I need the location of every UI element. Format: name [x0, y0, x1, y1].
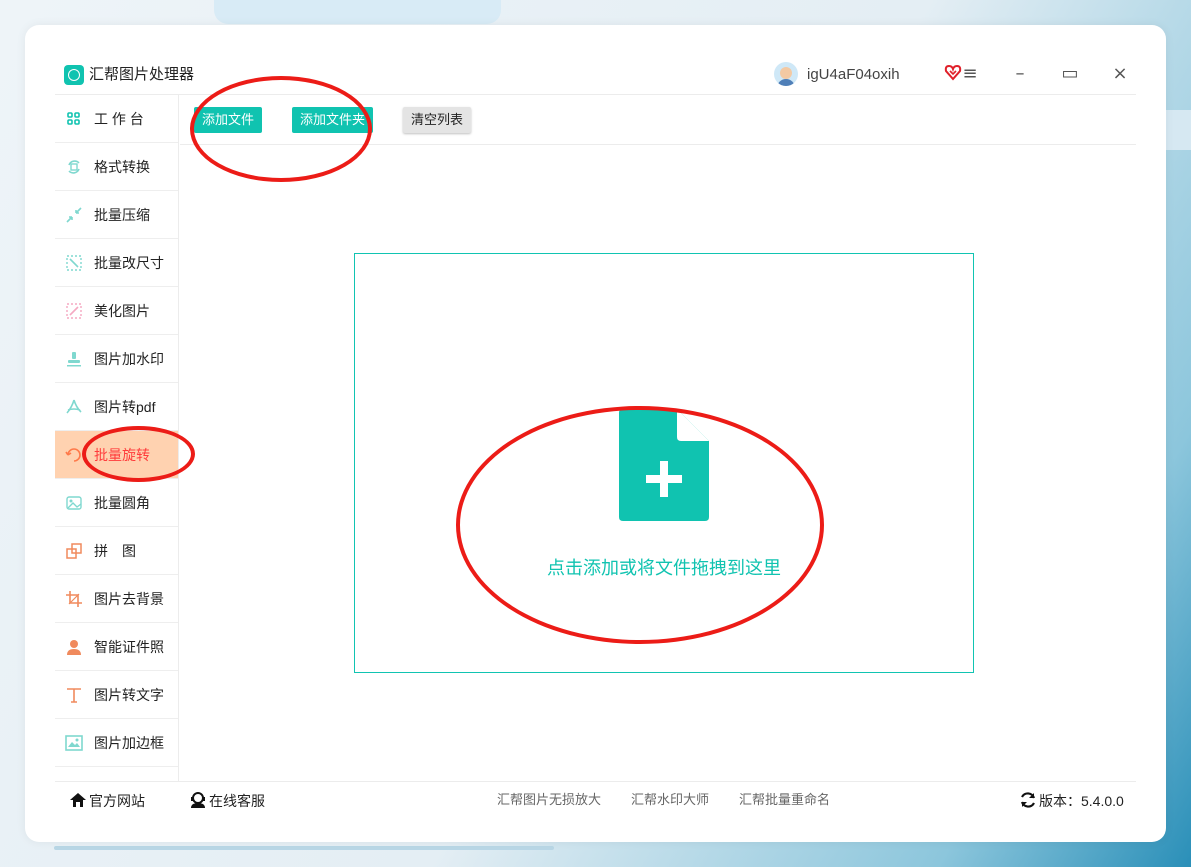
close-button[interactable]: × — [1109, 63, 1131, 85]
sidebar-item-label: 图片转pdf — [94, 399, 156, 415]
sidebar-item-label: 批量旋转 — [94, 447, 150, 463]
menu-icon[interactable]: ≡ — [959, 63, 981, 85]
sidebar-item-label: 工 作 台 — [94, 111, 144, 127]
sidebar-item-workbench[interactable]: 工 作 台 — [55, 95, 178, 143]
version-info: 版本：5.4.0.0 — [1019, 791, 1124, 810]
sidebar-item-frame[interactable]: 图片加边框 — [55, 719, 178, 767]
file-dropzone[interactable]: 点击添加或将文件拖拽到这里 — [354, 253, 974, 673]
background-tab — [214, 0, 501, 24]
sidebar: 工 作 台 格式转换 批量压缩 批量改尺寸 美化图片 图片加水印 图片转pdf — [55, 95, 179, 781]
rounded-corner-icon — [66, 496, 82, 510]
sidebar-item-label: 批量压缩 — [94, 207, 150, 223]
rotate-icon — [65, 448, 81, 462]
support-link[interactable]: 在线客服 — [189, 791, 265, 810]
sidebar-item-label: 拼 图 — [94, 543, 136, 559]
id-photo-icon — [67, 640, 81, 655]
grid-icon — [67, 112, 80, 125]
app-window: 汇帮图片处理器 igU4aF04oxih ≡ – ▭ × 工 作 台 格式转换 … — [25, 25, 1166, 842]
sidebar-item-label: 批量圆角 — [94, 495, 150, 511]
collage-icon — [66, 543, 82, 559]
sidebar-item-label: 批量改尺寸 — [94, 255, 164, 271]
username[interactable]: igU4aF04oxih — [807, 65, 900, 85]
clear-list-button[interactable]: 清空列表 — [403, 107, 472, 133]
sidebar-item-pdf[interactable]: 图片转pdf — [55, 383, 178, 431]
sidebar-item-remove-background[interactable]: 图片去背景 — [55, 575, 178, 623]
sidebar-item-label: 格式转换 — [94, 159, 150, 175]
sidebar-item-id-photo[interactable]: 智能证件照 — [55, 623, 178, 671]
compress-icon — [66, 207, 82, 223]
background-bar — [54, 846, 554, 850]
sidebar-item-collage[interactable]: 拼 图 — [55, 527, 178, 575]
minimize-button[interactable]: – — [1009, 63, 1031, 85]
refresh-icon[interactable] — [1019, 791, 1037, 809]
sidebar-item-label: 智能证件照 — [94, 639, 164, 655]
add-folder-button[interactable]: 添加文件夹 — [292, 107, 374, 133]
watermark-icon — [67, 352, 81, 367]
title-bar: 汇帮图片处理器 igU4aF04oxih ≡ – ▭ × — [55, 55, 1136, 95]
avatar[interactable] — [774, 62, 798, 86]
beautify-icon — [66, 303, 82, 319]
sidebar-item-watermark[interactable]: 图片加水印 — [55, 335, 178, 383]
resize-icon — [66, 255, 82, 271]
sidebar-item-compress[interactable]: 批量压缩 — [55, 191, 178, 239]
pdf-icon — [66, 399, 82, 414]
sidebar-item-label: 图片加边框 — [94, 735, 164, 751]
home-icon — [70, 793, 86, 807]
version-number: 5.4.0.0 — [1081, 793, 1124, 809]
sidebar-item-resize[interactable]: 批量改尺寸 — [55, 239, 178, 287]
app-logo-icon — [64, 65, 84, 85]
footer-link-upscale[interactable]: 汇帮图片无损放大 — [497, 791, 601, 809]
website-label: 官方网站 — [89, 793, 145, 809]
app-title: 汇帮图片处理器 — [89, 66, 195, 83]
version-label: 版本： — [1039, 793, 1081, 809]
sidebar-item-rounded-corner[interactable]: 批量圆角 — [55, 479, 178, 527]
sidebar-item-rotate[interactable]: 批量旋转 — [55, 431, 178, 479]
maximize-button[interactable]: ▭ — [1059, 63, 1081, 85]
website-link[interactable]: 官方网站 — [69, 791, 145, 810]
text-icon — [67, 688, 81, 703]
format-convert-icon — [68, 160, 80, 174]
support-label: 在线客服 — [209, 793, 265, 809]
footer: 官方网站 在线客服 汇帮图片无损放大 汇帮水印大师 汇帮批量重命名 版本：5.4… — [55, 781, 1136, 817]
sidebar-item-format-convert[interactable]: 格式转换 — [55, 143, 178, 191]
dropzone-text: 点击添加或将文件拖拽到这里 — [547, 558, 781, 578]
sidebar-item-beautify[interactable]: 美化图片 — [55, 287, 178, 335]
crop-icon — [66, 591, 82, 607]
add-file-icon[interactable] — [619, 409, 709, 521]
sidebar-item-image-to-text[interactable]: 图片转文字 — [55, 671, 178, 719]
sidebar-item-label: 图片去背景 — [94, 591, 164, 607]
sidebar-item-label: 图片加水印 — [94, 351, 164, 367]
frame-icon — [65, 735, 83, 751]
toolbar: 添加文件 添加文件夹 清空列表 — [180, 95, 1136, 145]
footer-link-rename[interactable]: 汇帮批量重命名 — [739, 791, 830, 809]
sidebar-item-label: 图片转文字 — [94, 687, 164, 703]
footer-link-watermark[interactable]: 汇帮水印大师 — [631, 791, 709, 809]
add-file-button[interactable]: 添加文件 — [194, 107, 263, 133]
sidebar-item-label: 美化图片 — [94, 303, 150, 319]
support-icon — [191, 792, 205, 808]
